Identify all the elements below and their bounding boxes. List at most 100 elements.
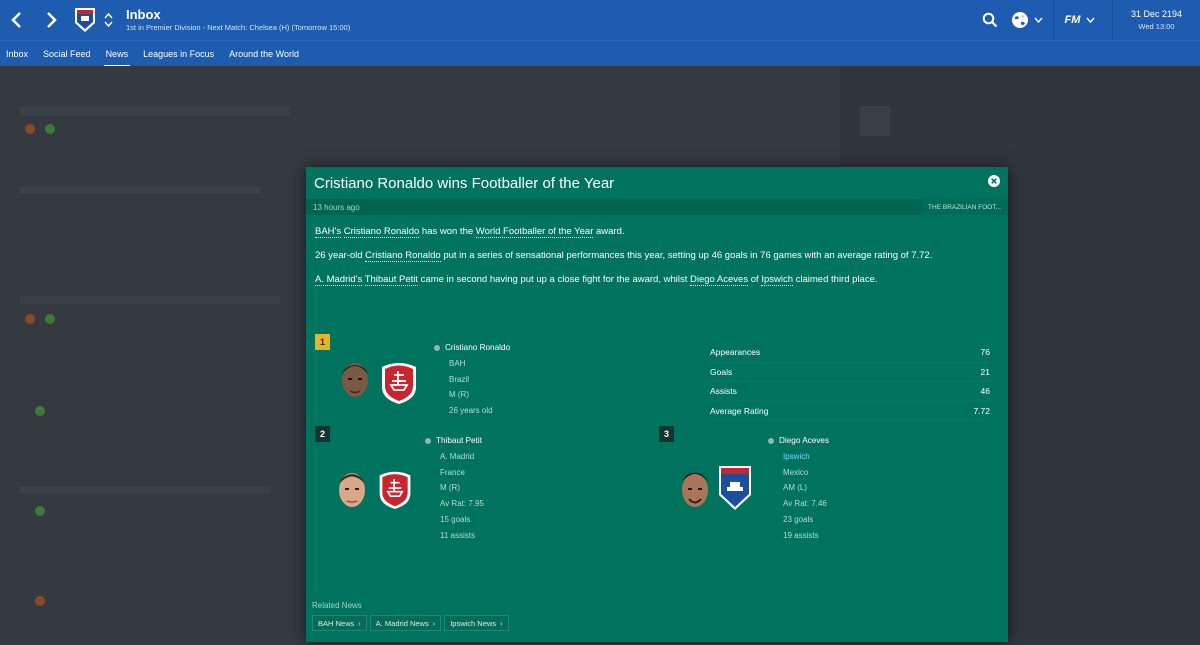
chevron-right-icon <box>47 12 57 28</box>
divider <box>1053 0 1054 40</box>
winner-position: M (R) <box>440 483 460 493</box>
rank-badge: 2 <box>315 426 330 442</box>
player-face-icon[interactable] <box>337 358 373 406</box>
tab-leagues-in-focus[interactable]: Leagues in Focus <box>143 41 214 67</box>
winner-club[interactable]: BAH <box>434 356 510 372</box>
chevron-down-icon <box>1086 17 1095 23</box>
player-link[interactable]: Diego Aceves <box>690 274 749 286</box>
club-link[interactable]: A. Madrid's <box>315 274 363 286</box>
player-link[interactable]: Cristiano Ronaldo <box>365 250 441 262</box>
related-news-link[interactable]: A. Madrid News › <box>369 615 442 631</box>
page-title-block: Inbox 1st in Premier Division - Next Mat… <box>126 6 350 33</box>
stat-label: Appearances <box>710 347 761 358</box>
club-crest-icon[interactable] <box>378 359 420 405</box>
page-title: Inbox <box>126 6 161 22</box>
winner-goals: 23 goals <box>783 514 814 524</box>
winner-rating: Av Rat: 7.95 <box>440 499 484 509</box>
stat-row: Assists 46 <box>710 382 990 402</box>
info-icon <box>434 344 440 351</box>
stat-value: 46 <box>980 386 990 397</box>
chevron-up-icon <box>103 12 113 19</box>
stat-value: 21 <box>980 366 990 377</box>
forward-button[interactable] <box>34 0 68 40</box>
tab-inbox[interactable]: Inbox <box>6 41 28 67</box>
top-bar: Inbox 1st in Premier Division - Next Mat… <box>0 0 1200 40</box>
winner-club[interactable]: Ipswich <box>768 449 829 465</box>
club-crest-icon[interactable] <box>376 468 414 510</box>
fm-menu-button[interactable]: FM <box>1058 0 1102 40</box>
search-icon <box>982 12 998 28</box>
article-paragraph: BAH's Cristiano Ronaldo has won the Worl… <box>315 224 999 240</box>
winner-nation: France <box>440 467 465 477</box>
placeholder-line <box>20 106 290 116</box>
stat-row: Goals 21 <box>710 363 990 382</box>
placeholder-block <box>860 106 890 136</box>
player-link[interactable]: Thibaut Petit <box>364 274 419 286</box>
club-crest-icon[interactable] <box>718 465 752 511</box>
text-span: put in a series of sensational performan… <box>443 250 933 261</box>
stat-value: 7.72 <box>973 405 990 416</box>
article-paragraph: 26 year-old Cristiano Ronaldo put in a s… <box>315 248 999 264</box>
placeholder-dot <box>35 406 45 416</box>
article-meta: 13 hours ago THE BRAZILIAN FOOT... <box>306 199 1008 215</box>
date-time-display[interactable]: 31 Dec 2194 Wed 13:00 <box>1112 0 1200 40</box>
stat-label: Assists <box>710 386 737 397</box>
world-menu-button[interactable] <box>1005 0 1049 40</box>
related-news-links: BAH News › A. Madrid News › Ipswich News › <box>312 615 512 631</box>
club-badge-icon[interactable] <box>74 7 96 33</box>
placeholder-dot <box>35 506 45 516</box>
winner-club[interactable]: A. Madrid <box>425 449 484 465</box>
chevron-right-icon: › <box>500 618 503 628</box>
winner-nation: Brazil <box>449 374 470 384</box>
club-link[interactable]: Ipswich <box>761 274 793 286</box>
related-news-link[interactable]: Ipswich News › <box>444 615 509 631</box>
player-face-icon[interactable] <box>334 468 370 516</box>
award-link[interactable]: World Footballer of the Year <box>475 226 594 238</box>
close-icon[interactable] <box>988 175 1000 187</box>
tab-social-feed[interactable]: Social Feed <box>43 41 91 67</box>
related-news-link[interactable]: BAH News › <box>312 615 367 631</box>
related-news: Related News BAH News › A. Madrid News › I… <box>312 601 512 631</box>
chevron-right-icon: › <box>358 618 361 628</box>
winner-name[interactable]: Thibaut Petit <box>425 433 484 449</box>
placeholder-line <box>20 296 280 304</box>
article-paragraph: A. Madrid's Thibaut Petit came in second… <box>315 272 999 288</box>
related-news-label: Related News <box>312 601 362 610</box>
chevron-down-icon <box>1034 17 1043 23</box>
tab-around-the-world[interactable]: Around the World <box>229 41 299 67</box>
text-span: award. <box>596 226 625 237</box>
chevron-down-icon <box>103 21 113 28</box>
player-face-icon[interactable] <box>677 468 713 516</box>
chevron-right-icon: › <box>432 618 436 628</box>
winner-name-text: Thibaut Petit <box>436 436 482 445</box>
top-right-controls: FM 31 Dec 2194 Wed 13:00 <box>975 0 1200 40</box>
article-source[interactable]: THE BRAZILIAN FOOT... <box>921 199 1008 215</box>
club-link[interactable]: BAH's <box>315 226 342 238</box>
winner-name[interactable]: Cristiano Ronaldo <box>434 340 510 356</box>
text-span: claimed third place. <box>795 274 878 285</box>
related-news-link-label: BAH News <box>318 618 355 628</box>
winner-2-info: Thibaut Petit A. Madrid France M (R) Av … <box>425 433 484 544</box>
stat-label: Goals <box>710 366 733 377</box>
winner-1-info: Cristiano Ronaldo BAH Brazil M (R) 26 ye… <box>434 340 510 419</box>
tab-news[interactable]: News <box>103 41 130 67</box>
search-button[interactable] <box>975 0 1005 40</box>
globe-icon <box>1012 12 1028 28</box>
article-body: BAH's Cristiano Ronaldo has won the Worl… <box>306 224 1008 288</box>
placeholder-dot <box>25 314 35 324</box>
winner-goals: 15 goals <box>440 514 471 524</box>
related-news-link-label: A. Madrid News <box>375 618 429 628</box>
chevron-left-icon <box>11 12 21 28</box>
winner-3-info: Diego Aceves Ipswich Mexico AM (L) Av Ra… <box>768 433 829 544</box>
placeholder-dot <box>35 596 45 606</box>
player-link[interactable]: Cristiano Ronaldo <box>343 226 420 238</box>
rank-badge: 1 <box>315 334 330 350</box>
article-headline: Cristiano Ronaldo wins Footballer of the… <box>314 174 615 192</box>
club-switcher[interactable] <box>102 11 114 29</box>
rank-badge: 3 <box>659 426 674 442</box>
winner-name[interactable]: Diego Aceves <box>768 433 829 449</box>
winner-assists: 19 assists <box>783 530 819 540</box>
back-button[interactable] <box>0 0 34 40</box>
winner-assists: 11 assists <box>440 530 475 540</box>
related-news-link-label: Ipswich News <box>450 618 497 628</box>
